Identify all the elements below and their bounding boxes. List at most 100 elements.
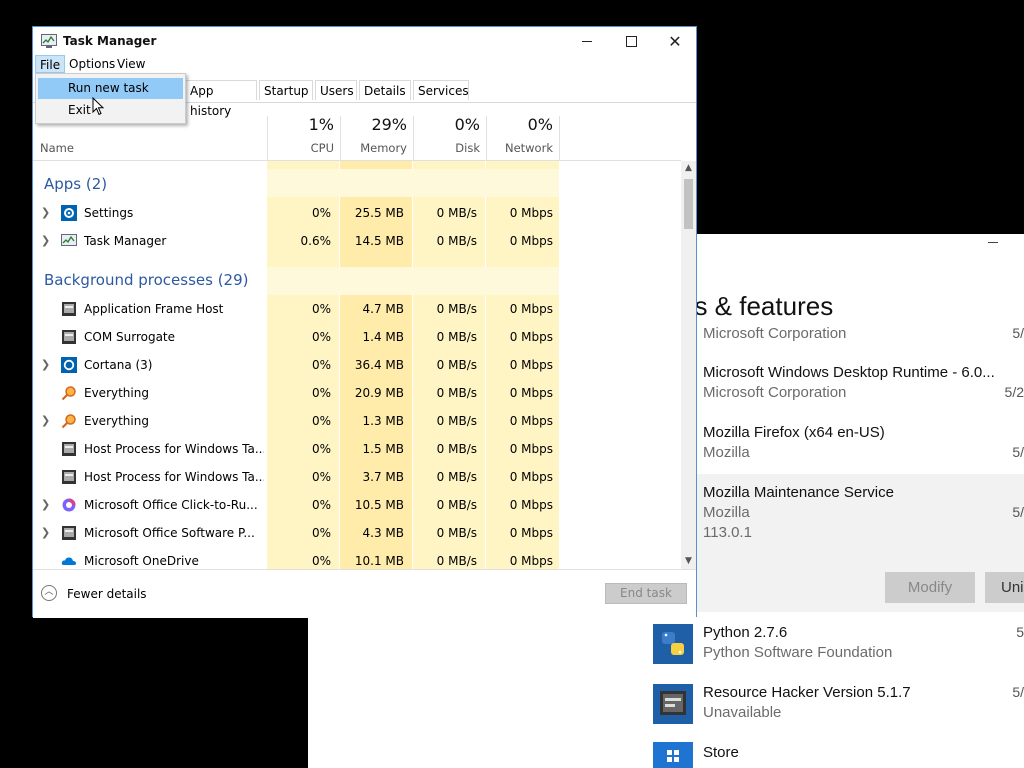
process-name: Microsoft OneDrive: [84, 554, 199, 568]
network-value: 0 Mbps: [509, 302, 553, 316]
table-row[interactable]: Microsoft OneDrive 0% 10.1 MB 0 MB/s 0 Mbps: [33, 547, 560, 569]
memory-value: 36.4 MB: [354, 358, 404, 372]
disk-value: 0 MB/s: [436, 442, 477, 456]
menu-file[interactable]: File: [35, 55, 66, 73]
table-row[interactable]: ❯ Everything 0% 1.3 MB 0 MB/s 0 Mbps: [33, 407, 560, 435]
cpu-value: 0%: [311, 498, 331, 512]
process-name: COM Surrogate: [84, 330, 176, 344]
chevron-right-icon[interactable]: ❯: [41, 414, 50, 427]
close-button[interactable]: ✕: [653, 27, 697, 55]
python-icon: [653, 624, 693, 664]
tab-services[interactable]: Services: [413, 80, 469, 100]
column-header-memory[interactable]: 29% Memory: [340, 103, 413, 161]
group-header-background: Background processes (29): [44, 271, 249, 289]
app-list-item[interactable]: Mozilla Firefox (x64 en-US) Mozilla 5/: [648, 414, 1024, 474]
office-icon: [61, 497, 77, 513]
table-row[interactable]: ❯ Microsoft Office Software P... 0% 4.3 MB 0…: [33, 519, 560, 547]
memory-value: 4.7 MB: [362, 302, 404, 316]
tab-startup[interactable]: Startup: [259, 80, 313, 100]
mouse-cursor-icon: [92, 97, 105, 116]
cpu-value: 0%: [311, 206, 331, 220]
table-row[interactable]: Host Process for Windows Ta... 0% 3.7 MB 0 …: [33, 463, 560, 491]
disk-value: 0 MB/s: [436, 470, 477, 484]
table-row[interactable]: ❯ Cortana (3) 0% 36.4 MB 0 MB/s 0 Mbps: [33, 351, 560, 379]
process-name: Application Frame Host: [84, 302, 224, 316]
chevron-right-icon[interactable]: ❯: [41, 498, 50, 511]
memory-value: 25.5 MB: [354, 206, 404, 220]
maximize-button[interactable]: [609, 27, 653, 55]
memory-value: 10.1 MB: [354, 554, 404, 568]
modify-button[interactable]: Modify: [885, 572, 975, 603]
task-manager-icon: [41, 34, 57, 48]
table-row[interactable]: ❯ Task Manager 0.6% 14.5 MB 0 MB/s 0 Mbps: [33, 227, 560, 255]
cpu-value: 0.6%: [300, 234, 332, 248]
gear-icon: [61, 205, 77, 221]
process-icon: [61, 469, 77, 485]
column-header-divider: [559, 103, 681, 161]
chevron-right-icon[interactable]: ❯: [41, 526, 50, 539]
network-value: 0 Mbps: [509, 498, 553, 512]
group-row-bg: [267, 267, 559, 295]
scrollbar-thumb[interactable]: [684, 179, 693, 229]
tab-app-history[interactable]: App history: [185, 80, 257, 118]
cpu-value: 0%: [311, 526, 331, 540]
scrollbar[interactable]: ▲ ▼: [681, 161, 696, 569]
app-list-item[interactable]: Microsoft Windows Desktop Runtime - 6.0.…: [648, 354, 1024, 414]
table-row[interactable]: Host Process for Windows Ta... 0% 1.5 MB 0 …: [33, 435, 560, 463]
memory-value: 1.5 MB: [362, 442, 404, 456]
table-row[interactable]: COM Surrogate 0% 1.4 MB 0 MB/s 0 Mbps: [33, 323, 560, 351]
column-header-cpu[interactable]: 1% CPU: [267, 103, 340, 161]
window-title: Task Manager: [63, 34, 157, 48]
app-list-item[interactable]: Python 2.7.6 Python Software Foundation …: [648, 614, 1024, 674]
column-header-disk[interactable]: 0% Disk: [413, 103, 486, 161]
network-value: 0 Mbps: [509, 526, 553, 540]
chevron-right-icon[interactable]: ❯: [41, 206, 50, 219]
chevron-right-icon[interactable]: ❯: [41, 358, 50, 371]
cpu-value: 0%: [311, 442, 331, 456]
memory-value: 4.3 MB: [362, 526, 404, 540]
chevron-up-icon[interactable]: ︿: [41, 585, 57, 601]
app-list-item[interactable]: Resource Hacker Version 5.1.7 Unavailabl…: [648, 674, 1024, 734]
end-task-button[interactable]: End task: [605, 583, 687, 604]
task-manager-icon: [61, 233, 77, 249]
app-list-item[interactable]: Microsoft Corporation 5/: [648, 322, 1024, 352]
tab-details[interactable]: Details: [359, 80, 411, 100]
menu-item-run-new-task[interactable]: Run new task: [38, 78, 183, 99]
menu-options[interactable]: Options: [65, 55, 119, 73]
network-value: 0 Mbps: [509, 386, 553, 400]
table-row[interactable]: Application Frame Host 0% 4.7 MB 0 MB/s 0 Mb…: [33, 295, 560, 323]
search-icon: [61, 413, 77, 429]
cpu-value: 0%: [311, 470, 331, 484]
cpu-value: 0%: [311, 358, 331, 372]
uninstall-button[interactable]: Uni: [985, 572, 1024, 603]
search-icon: [61, 385, 77, 401]
group-row-bg: [267, 169, 559, 197]
footer: ︿ Fewer details End task: [33, 569, 696, 618]
process-list: Apps (2) ❯ Settings 0% 25.5 MB 0 MB/s 0 Mbps ❯…: [33, 161, 681, 569]
menu-bar: File Options View: [33, 55, 696, 73]
process-name: Task Manager: [84, 234, 167, 248]
cpu-value: 0%: [311, 386, 331, 400]
page-title: ps & features: [680, 291, 834, 321]
process-name: Everything: [84, 414, 149, 428]
network-value: 0 Mbps: [509, 470, 553, 484]
minimize-icon: [582, 40, 592, 42]
menu-view[interactable]: View: [113, 55, 149, 73]
table-row[interactable]: ❯ Microsoft Office Click-to-Ru... 0% 10.5 M…: [33, 491, 560, 519]
minimize-button[interactable]: [565, 27, 609, 55]
column-header-network[interactable]: 0% Network: [486, 103, 559, 161]
process-icon: [61, 525, 77, 541]
chevron-right-icon[interactable]: ❯: [41, 234, 50, 247]
table-row[interactable]: ❯ Settings 0% 25.5 MB 0 MB/s 0 Mbps: [33, 199, 560, 227]
process-icon: [61, 301, 77, 317]
minimize-button[interactable]: [988, 242, 998, 243]
tab-users[interactable]: Users: [315, 80, 357, 100]
table-row[interactable]: Everything 0% 20.9 MB 0 MB/s 0 Mbps: [33, 379, 560, 407]
app-list-item[interactable]: Store: [648, 734, 1024, 768]
disk-value: 0 MB/s: [436, 386, 477, 400]
scroll-up-icon[interactable]: ▲: [681, 161, 696, 176]
scroll-down-icon[interactable]: ▼: [681, 554, 696, 569]
memory-value: 10.5 MB: [354, 498, 404, 512]
menu-item-exit[interactable]: Exit: [38, 100, 183, 121]
fewer-details-link[interactable]: Fewer details: [67, 587, 147, 601]
